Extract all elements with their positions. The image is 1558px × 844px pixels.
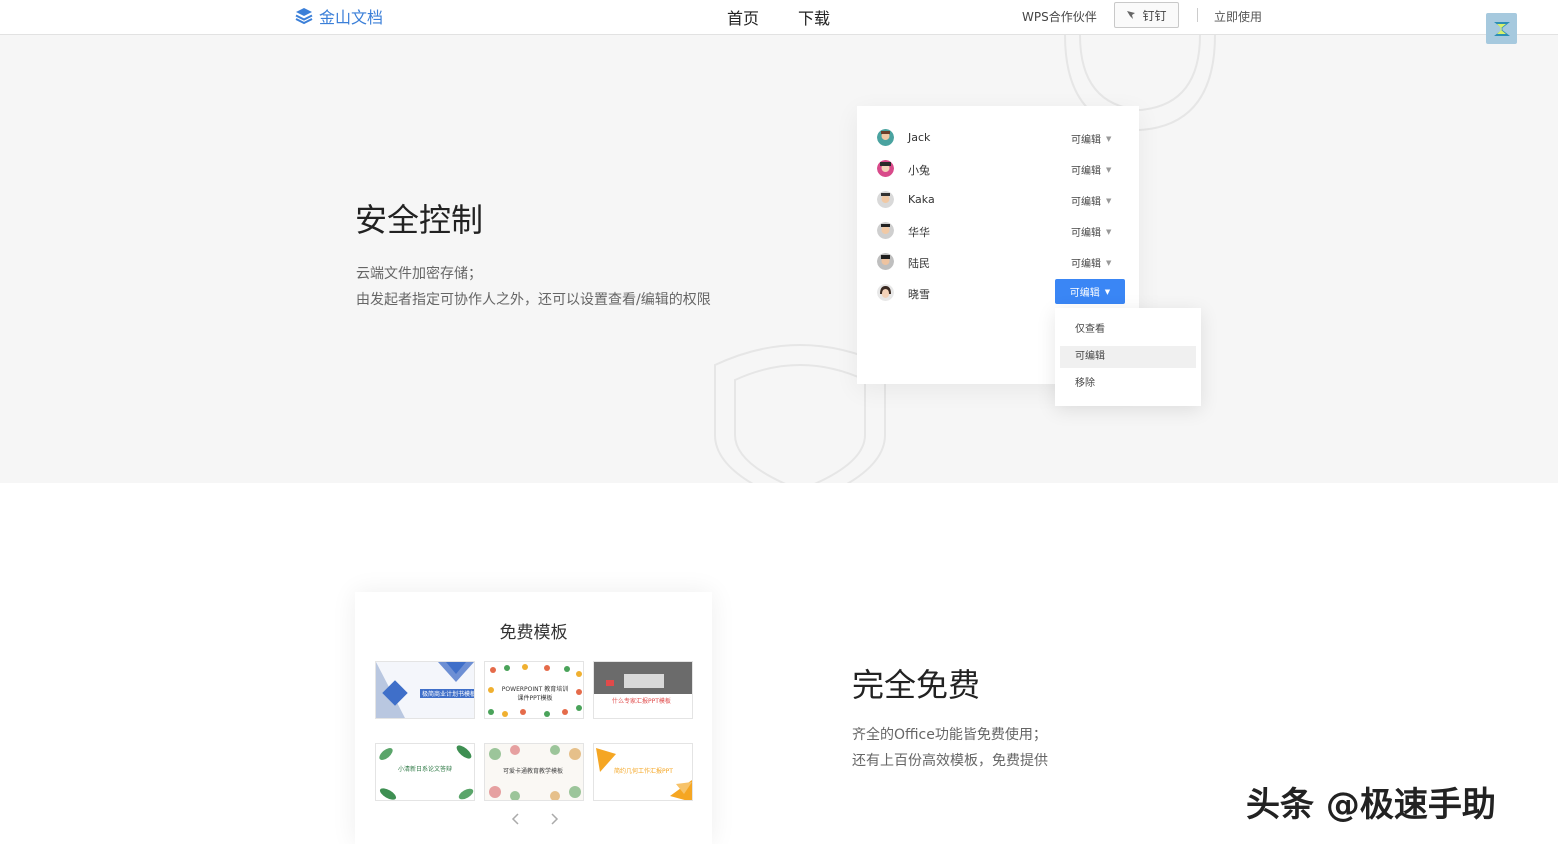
permission-value: 可编辑: [1071, 259, 1101, 270]
security-desc-line: 由发起者指定可协作人之外，还可以设置查看/编辑的权限: [356, 292, 711, 308]
top-header: 金山文档 首页 下载 WPS合作伙伴 钉钉 立即使用: [0, 0, 1558, 35]
member-row: 陆民 可编辑 ▼: [857, 250, 1139, 274]
logo[interactable]: 金山文档: [294, 4, 383, 28]
permission-select[interactable]: 可编辑 ▼: [1071, 193, 1112, 209]
logo-text: 金山文档: [319, 8, 384, 27]
permission-value: 可编辑: [1069, 288, 1100, 299]
free-description: 齐全的Office功能皆免费使用； 还有上百份高效模板，免费提供: [852, 722, 1048, 774]
template-name: POWERPOINT 教育培训课件PPT模板: [501, 686, 569, 702]
avatar: [877, 222, 894, 239]
member-name: 陆民: [908, 257, 930, 270]
menu-item-remove[interactable]: 移除: [1060, 373, 1196, 395]
template-name: 可爱卡通教育教学模板: [503, 768, 564, 775]
caret-down-icon: ▼: [1106, 165, 1112, 174]
caret-down-icon: ▼: [1106, 196, 1112, 205]
permission-select[interactable]: 可编辑 ▼: [1071, 224, 1112, 240]
free-desc-line: 还有上百份高效模板，免费提供: [852, 753, 1048, 769]
dingding-label: 钉钉: [1142, 8, 1167, 23]
member-row: 小兔 可编辑 ▼: [857, 157, 1139, 181]
permission-select[interactable]: 可编辑 ▼: [1071, 162, 1112, 178]
permission-value: 可编辑: [1071, 197, 1101, 208]
avatar: [877, 160, 894, 177]
caret-down-icon: ▼: [1106, 258, 1112, 267]
caret-down-icon: ▼: [1106, 227, 1112, 236]
template-thumb[interactable]: 极简商业计划书模板: [375, 661, 475, 719]
template-thumb[interactable]: POWERPOINT 教育培训课件PPT模板: [484, 661, 584, 719]
security-section: 安全控制 云端文件加密存储； 由发起者指定可协作人之外，还可以设置查看/编辑的权…: [0, 35, 1558, 483]
template-name: 极简商业计划书模板: [420, 689, 474, 698]
member-name: Jack: [908, 131, 931, 144]
permission-select-active[interactable]: 可编辑 ▼: [1055, 279, 1125, 304]
member-name: 小兔: [908, 164, 930, 177]
menu-item-can-edit[interactable]: 可编辑: [1060, 346, 1196, 368]
permission-select[interactable]: 可编辑 ▼: [1071, 131, 1112, 147]
dingding-button[interactable]: 钉钉: [1114, 2, 1179, 28]
template-name: 什么专家汇报PPT模板: [612, 698, 671, 705]
template-name: 简约几何工作汇报PPT: [614, 768, 673, 775]
template-name: 小清新日系论文答辩: [398, 766, 453, 773]
member-name: Kaka: [908, 193, 935, 206]
template-thumb[interactable]: 什么专家汇报PPT模板: [593, 661, 693, 719]
free-title: 完全免费: [852, 666, 981, 704]
nav-home[interactable]: 首页: [727, 5, 759, 29]
use-now-link[interactable]: 立即使用: [1214, 8, 1262, 25]
permission-value: 可编辑: [1071, 228, 1101, 239]
permission-dropdown-menu: 仅查看 可编辑 移除: [1055, 308, 1201, 406]
templates-card: 免费模板 极简商业计划书模板 POWERPOINT 教育培训课件PPT模板 什么…: [355, 592, 712, 844]
free-desc-line: 齐全的Office功能皆免费使用；: [852, 727, 1047, 743]
template-thumb[interactable]: 简约几何工作汇报PPT: [593, 743, 693, 801]
caret-down-icon: ▼: [1104, 287, 1111, 296]
s-logo-icon: [1493, 21, 1510, 36]
avatar: [877, 284, 894, 301]
avatar: [877, 129, 894, 146]
nav-download[interactable]: 下载: [798, 5, 830, 29]
app-shortcut-icon[interactable]: [1486, 13, 1517, 44]
member-row: Kaka 可编辑 ▼: [857, 188, 1139, 212]
menu-item-view-only[interactable]: 仅查看: [1060, 319, 1196, 341]
wps-partner-link[interactable]: WPS合作伙伴: [1022, 8, 1097, 25]
member-row: Jack 可编辑 ▼: [857, 126, 1139, 150]
chevron-left-icon[interactable]: [509, 812, 523, 826]
member-name: 晓雪: [908, 288, 930, 301]
layers-icon: [295, 8, 313, 25]
avatar: [877, 253, 894, 270]
member-name: 华华: [908, 226, 930, 239]
template-preview: [594, 662, 692, 718]
permission-value: 可编辑: [1071, 166, 1101, 177]
pin-icon: [1127, 11, 1136, 19]
security-desc-line: 云端文件加密存储；: [356, 266, 482, 282]
security-title: 安全控制: [355, 201, 484, 239]
permission-value: 可编辑: [1071, 135, 1101, 146]
permission-select[interactable]: 可编辑 ▼: [1071, 255, 1112, 271]
avatar: [877, 191, 894, 208]
security-description: 云端文件加密存储； 由发起者指定可协作人之外，还可以设置查看/编辑的权限: [356, 261, 711, 313]
header-divider: [1197, 8, 1198, 22]
watermark-text: 头条 @极速手助: [1246, 785, 1496, 825]
template-thumb[interactable]: 可爱卡通教育教学模板: [484, 743, 584, 801]
member-row: 华华 可编辑 ▼: [857, 219, 1139, 243]
template-thumb[interactable]: 小清新日系论文答辩: [375, 743, 475, 801]
templates-title: 免费模板: [499, 623, 568, 643]
caret-down-icon: ▼: [1106, 134, 1112, 143]
chevron-right-icon[interactable]: [547, 812, 561, 826]
